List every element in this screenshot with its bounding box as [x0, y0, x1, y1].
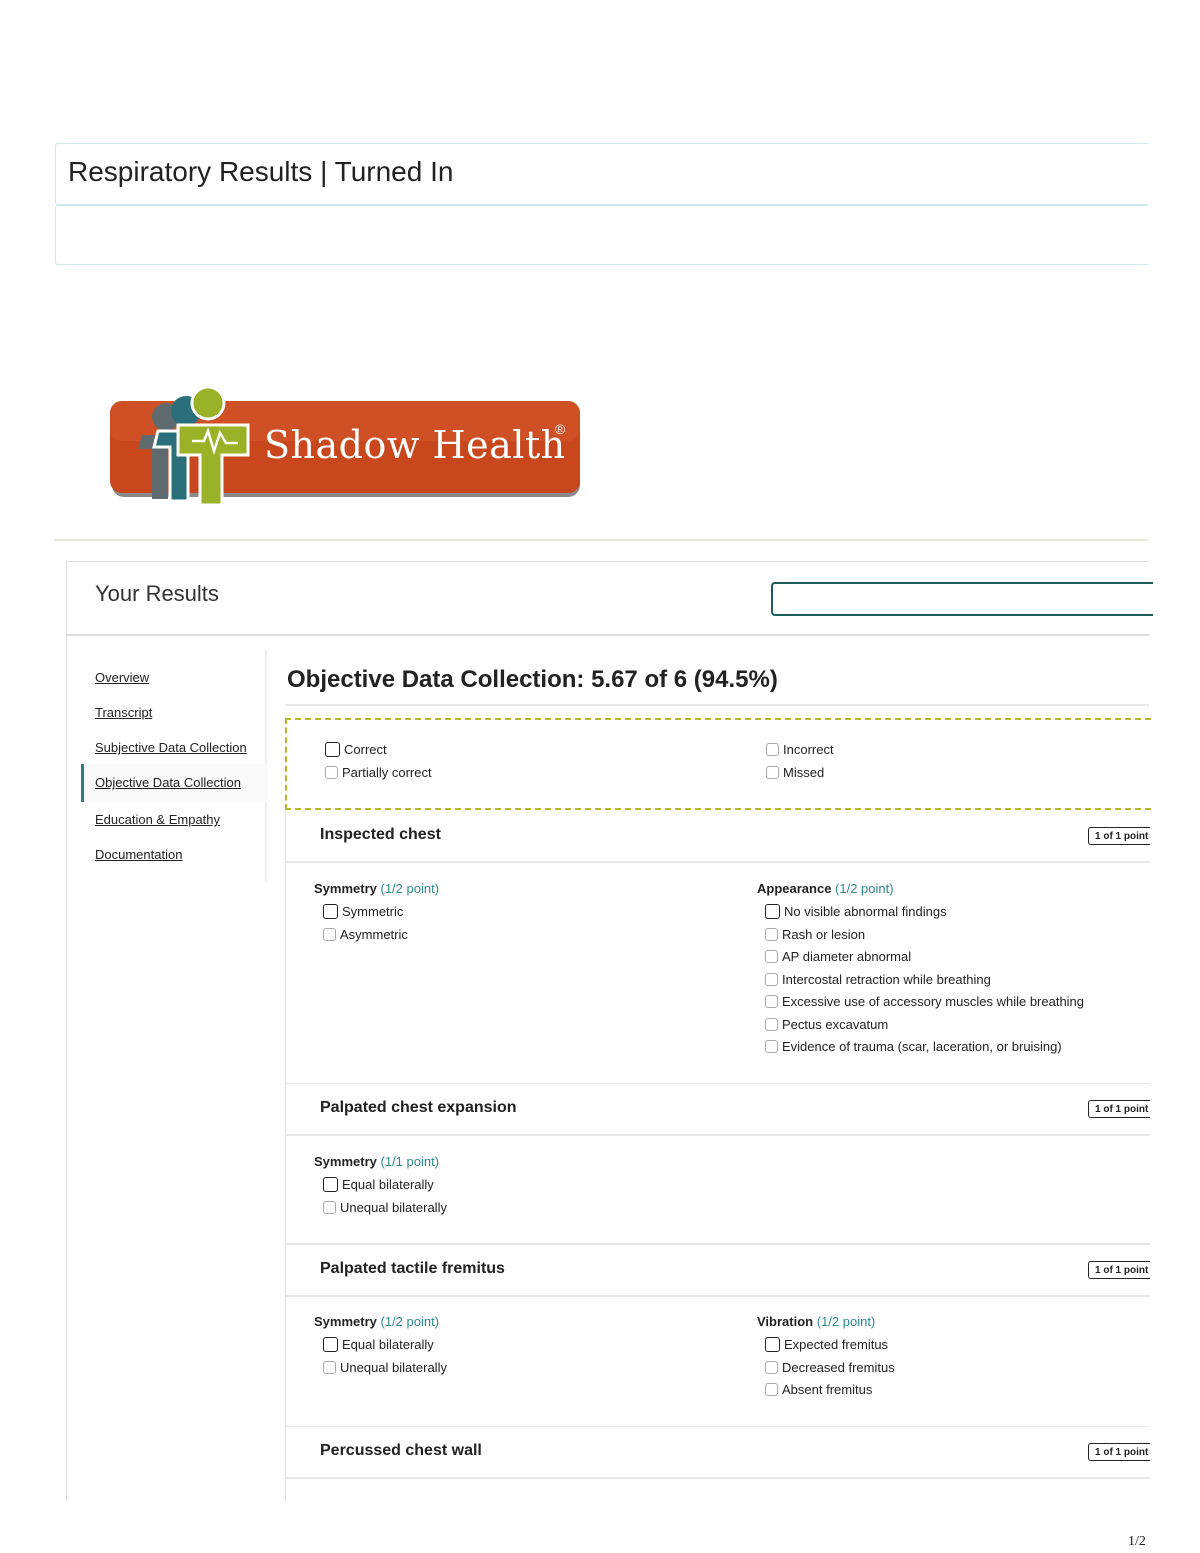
section-body: Symmetry (1/2 point) Equal bilaterally U…: [285, 1297, 1150, 1428]
section-palpated-chest-expansion: Palpated chest expansion 1 of 1 point: [285, 1084, 1150, 1136]
checkbox-icon: [325, 766, 338, 779]
section-title: Inspected chest: [320, 826, 441, 843]
group-label: Symmetry (1/2 point): [314, 881, 440, 896]
nav-overview[interactable]: Overview: [95, 670, 149, 685]
checkbox-icon: [765, 1337, 780, 1352]
page-number: 1/2: [1128, 1534, 1146, 1549]
checkbox-icon: [765, 995, 778, 1008]
option-item: Excessive use of accessory muscles while…: [765, 994, 1084, 1009]
checkbox-icon: [765, 950, 778, 963]
option-item: Asymmetric: [323, 927, 408, 942]
results-sidenav: Overview Transcript Subjective Data Coll…: [67, 650, 268, 882]
option-item: Rash or lesion: [765, 927, 865, 942]
results-header: Your Results: [67, 562, 1153, 636]
section-title: Percussed chest wall: [320, 1442, 482, 1459]
option-item: Equal bilaterally: [323, 1177, 434, 1192]
checkbox-icon: [325, 742, 340, 757]
nav-education-empathy[interactable]: Education & Empathy: [95, 812, 220, 827]
option-item: Equal bilaterally: [323, 1337, 434, 1352]
legend-correct: Correct: [325, 742, 387, 757]
results-panel: Your Results Overview Transcript Subject…: [66, 561, 1153, 1502]
group-label: Appearance (1/2 point): [757, 881, 894, 896]
section-body: [285, 1479, 1150, 1502]
points-badge: 1 of 1 point: [1088, 1261, 1150, 1279]
group-label: Symmetry (1/2 point): [314, 1314, 440, 1329]
page-title: Respiratory Results | Turned In: [68, 156, 454, 187]
checkbox-icon: [323, 1177, 338, 1192]
option-item: Decreased fremitus: [765, 1360, 895, 1375]
group-label: Symmetry (1/1 point): [314, 1154, 440, 1169]
section-title: Palpated chest expansion: [320, 1099, 517, 1116]
checkbox-icon: [765, 928, 778, 941]
checkbox-icon: [323, 1201, 336, 1214]
option-item: No visible abnormal findings: [765, 904, 947, 919]
option-item: Expected fremitus: [765, 1337, 888, 1352]
checkbox-icon: [765, 1361, 778, 1374]
checkbox-icon: [323, 928, 336, 941]
points-badge: 1 of 1 point: [1088, 827, 1150, 845]
section-body: Symmetry (1/2 point) Symmetric Asymmetri…: [285, 863, 1150, 1085]
checkbox-icon: [765, 1018, 778, 1031]
nav-documentation[interactable]: Documentation: [95, 847, 182, 862]
checkbox-icon: [323, 904, 338, 919]
section-inspected-chest: Inspected chest 1 of 1 point: [285, 811, 1150, 863]
points-badge: 1 of 1 point: [1088, 1100, 1150, 1118]
nav-subjective-data-collection[interactable]: Subjective Data Collection: [95, 740, 247, 755]
results-title: Your Results: [95, 581, 219, 606]
option-item: Intercostal retraction while breathing: [765, 972, 991, 987]
group-label: Vibration (1/2 point): [757, 1314, 876, 1329]
subheader-bar: [55, 205, 1148, 265]
section-palpated-tactile-fremitus: Palpated tactile fremitus 1 of 1 point: [285, 1245, 1150, 1297]
option-item: Symmetric: [323, 904, 403, 919]
legend-partial: Partially correct: [325, 765, 432, 780]
checkbox-icon: [765, 1040, 778, 1053]
option-item: Evidence of trauma (scar, laceration, or…: [765, 1039, 1062, 1054]
page-title-bar: Respiratory Results | Turned In: [55, 143, 1148, 205]
shadow-health-logo: Shadow Health ®: [108, 385, 584, 513]
answer-legend: Correct Partially correct Incorrect Miss…: [285, 718, 1151, 810]
checkbox-icon: [766, 743, 779, 756]
checkbox-icon: [765, 904, 780, 919]
section-percussed-chest-wall: Percussed chest wall 1 of 1 point: [285, 1427, 1150, 1479]
option-item: Pectus excavatum: [765, 1017, 888, 1032]
nav-objective-data-collection[interactable]: Objective Data Collection: [95, 775, 241, 790]
results-dropdown[interactable]: [771, 582, 1153, 616]
checkbox-icon: [765, 973, 778, 986]
legend-incorrect: Incorrect: [766, 742, 834, 757]
option-item: Unequal bilaterally: [323, 1200, 447, 1215]
checkbox-icon: [765, 1383, 778, 1396]
nav-transcript[interactable]: Transcript: [95, 705, 152, 720]
section-title: Palpated tactile fremitus: [320, 1260, 505, 1277]
registered-mark: ®: [555, 421, 566, 437]
results-main: Objective Data Collection: 5.67 of 6 (94…: [285, 650, 1151, 1502]
points-badge: 1 of 1 point: [1088, 1443, 1150, 1461]
option-item: Absent fremitus: [765, 1382, 872, 1397]
logo-text: Shadow Health: [264, 423, 566, 467]
checkbox-icon: [766, 766, 779, 779]
option-item: AP diameter abnormal: [765, 949, 911, 964]
checkbox-icon: [323, 1337, 338, 1352]
section-body: Symmetry (1/1 point) Equal bilaterally U…: [285, 1136, 1150, 1245]
legend-missed: Missed: [766, 765, 824, 780]
divider: [54, 539, 1148, 541]
section-score-title: Objective Data Collection: 5.67 of 6 (94…: [287, 666, 778, 693]
checkbox-icon: [323, 1361, 336, 1374]
option-item: Unequal bilaterally: [323, 1360, 447, 1375]
title-divider: [285, 704, 1149, 706]
